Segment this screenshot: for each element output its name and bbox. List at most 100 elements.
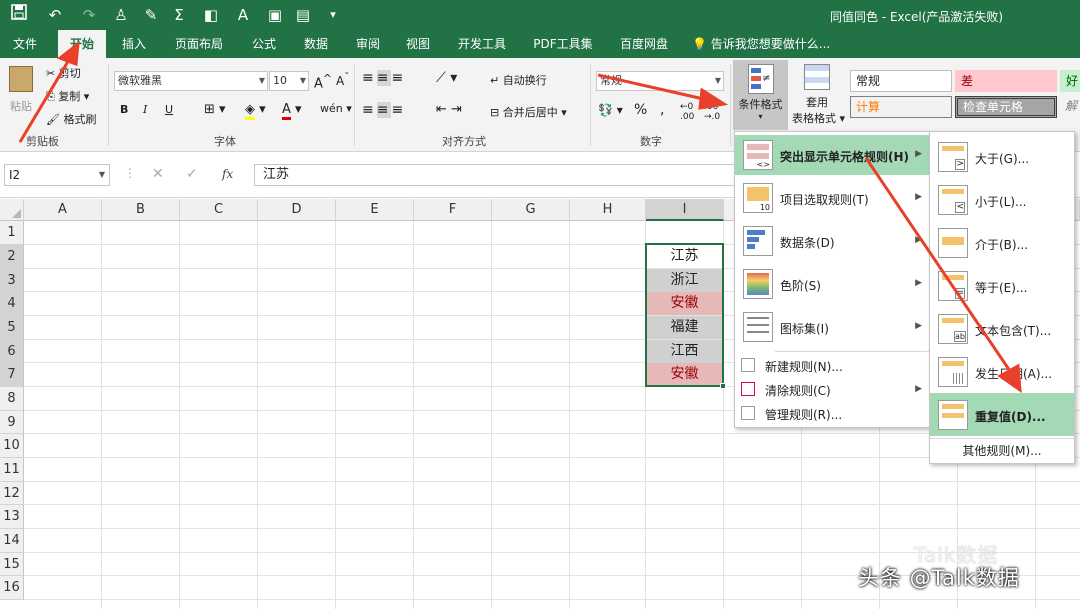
tab-insert[interactable]: 插入 [114,30,154,58]
cancel-icon[interactable]: ✕ [152,166,164,182]
menu-item-new-rule[interactable]: 新建规则(N)... [735,354,930,378]
tab-baidu-netdisk[interactable]: 百度网盘 [614,30,674,58]
row-header-2[interactable]: 2 [0,245,24,269]
tab-view[interactable]: 视图 [398,30,438,58]
paste-button[interactable]: 粘贴 [6,66,36,114]
tab-pdf-tools[interactable]: PDF工具集 [528,30,598,58]
row-header-5[interactable]: 5 [0,316,24,340]
decrease-decimal-button[interactable]: .00 →.0 [704,102,720,122]
row-header-7[interactable]: 7 [0,363,24,387]
picture-icon[interactable]: ▣ [264,4,286,26]
font-name-select[interactable]: 微软雅黑 ▼ [114,71,268,91]
undo-icon[interactable]: ↶ [44,4,66,26]
column-header-h[interactable]: H [570,199,646,221]
increase-decimal-button[interactable]: ←0.00 [680,102,694,122]
column-header-a[interactable]: A [24,199,102,221]
format-as-table-button[interactable]: 套用 表格格式 ▾ [792,64,845,126]
tab-data[interactable]: 数据 [296,30,336,58]
row-header-15[interactable]: 15 [0,553,24,576]
number-format-select[interactable]: 常规 ▼ [596,71,724,91]
submenu-item-between[interactable]: 介于(B)... [930,221,1074,264]
tab-home[interactable]: 开始 [58,30,106,58]
row-header-9[interactable]: 9 [0,411,24,434]
border-button[interactable]: ⊞ ▾ [204,102,226,117]
row-header-16[interactable]: 16 [0,576,24,600]
menu-item-clear-rules[interactable]: 清除规则(C) ▶ [735,378,930,402]
phonetic-button[interactable]: wén ▾ [320,102,352,115]
row-header-6[interactable]: 6 [0,340,24,363]
row-header-13[interactable]: 13 [0,505,24,529]
tell-me-box[interactable]: 💡 告诉我您想要做什么... [692,30,842,58]
fill-handle[interactable] [720,383,726,389]
underline-button[interactable]: U [165,103,173,116]
tab-review[interactable]: 审阅 [348,30,388,58]
menu-item-color-scales[interactable]: 色阶(S) ▶ [735,264,930,304]
row-header-1[interactable]: 1 [0,221,24,245]
sigma-icon[interactable]: Σ [168,4,190,26]
font-size-select[interactable]: 10 ▼ [269,71,309,91]
column-header-e[interactable]: E [336,199,414,221]
tab-file[interactable]: 文件 [4,30,46,58]
submenu-item-greater-than[interactable]: > 大于(G)... [930,135,1074,178]
select-all-corner[interactable] [0,199,24,221]
style-explanatory[interactable]: 解 [1060,96,1080,118]
style-calculation[interactable]: 计算 [850,96,952,118]
style-check-cell[interactable]: 检查单元格 [955,96,1057,118]
submenu-item-equal-to[interactable]: = 等于(E)... [930,264,1074,307]
menu-item-highlight-cells-rules[interactable]: <> 突出显示单元格规则(H) ▶ [735,135,930,175]
fill-color-button[interactable]: ◈ ▾ [245,102,266,120]
column-header-f[interactable]: F [414,199,492,221]
submenu-item-text-contains[interactable]: ab 文本包含(T)... [930,307,1074,350]
vertical-align-buttons[interactable]: ≡≡≡ [362,70,406,86]
row-header-12[interactable]: 12 [0,482,24,505]
column-header-b[interactable]: B [102,199,180,221]
enter-check-icon[interactable]: ✓ [186,166,198,182]
format-painter-button[interactable]: 🖌 格式刷 [46,111,96,127]
menu-item-icon-sets[interactable]: 图标集(I) ▶ [735,307,930,347]
merge-center-button[interactable]: ⊟ 合并后居中 ▾ [490,104,567,120]
insert-function-button[interactable]: fx [222,167,233,181]
font-color-button[interactable]: A ▾ [282,102,302,120]
submenu-item-more-rules[interactable]: 其他规则(M)... [930,440,1074,462]
brush-icon[interactable]: ✎ [140,4,162,26]
indent-buttons[interactable]: ⇤ ⇥ [436,102,462,117]
save-icon[interactable] [8,4,30,26]
customize-icon[interactable]: ▾ [322,4,344,26]
tab-formulas[interactable]: 公式 [244,30,284,58]
tab-page-layout[interactable]: 页面布局 [170,30,228,58]
formula-input[interactable]: 江苏 [254,164,734,186]
italic-button[interactable]: I [143,103,147,116]
style-good[interactable]: 好 [1060,70,1080,92]
column-header-i[interactable]: I [646,199,724,221]
redo-icon[interactable]: ↷ [78,4,100,26]
comma-button[interactable]: , [660,102,664,118]
chart-icon[interactable]: ▤ [292,4,314,26]
fill-icon[interactable]: ◧ [200,4,222,26]
menu-item-top-bottom-rules[interactable]: 10 项目选取规则(T) ▶ [735,178,930,218]
conditional-formatting-button[interactable]: ≠ 条件格式 ▾ [733,60,788,130]
submenu-item-duplicate-values[interactable]: 重复值(D)... [930,393,1074,436]
font-color-icon[interactable]: A [232,4,254,26]
menu-item-data-bars[interactable]: 数据条(D) ▶ [735,221,930,261]
row-header-8[interactable]: 8 [0,387,24,411]
menu-item-manage-rules[interactable]: 管理规则(R)... [735,402,930,426]
row-header-4[interactable]: 4 [0,292,24,316]
name-box[interactable]: I2 ▼ [4,164,110,186]
person-icon[interactable]: ♙ [110,4,132,26]
tab-developer[interactable]: 开发工具 [452,30,512,58]
column-header-g[interactable]: G [492,199,570,221]
cut-button[interactable]: ✂ 剪切 [46,65,81,81]
currency-button[interactable]: 💱 ▾ [598,103,623,117]
decrease-font-button[interactable]: Aˇ [336,72,349,88]
bold-button[interactable]: B [120,103,128,116]
horizontal-align-buttons[interactable]: ≡≡≡ [362,102,406,118]
wrap-text-button[interactable]: ↵ 自动换行 [490,72,547,88]
column-header-c[interactable]: C [180,199,258,221]
percent-button[interactable]: % [634,102,647,118]
orientation-button[interactable]: ⟋ ▾ [436,70,457,86]
row-header-10[interactable]: 10 [0,434,24,458]
increase-font-button[interactable]: A^ [314,72,332,91]
style-bad[interactable]: 差 [955,70,1057,92]
copy-button[interactable]: ⎘ 复制 ▾ [46,88,89,104]
style-normal[interactable]: 常规 [850,70,952,92]
